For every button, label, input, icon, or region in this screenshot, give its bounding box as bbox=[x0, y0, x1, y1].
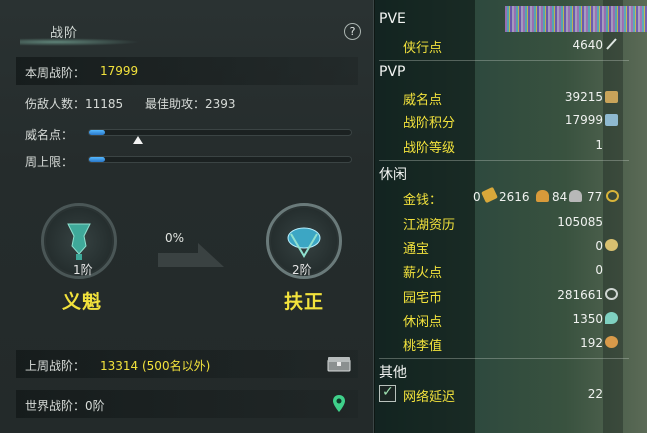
progress-arrow-icon bbox=[158, 243, 224, 267]
weekly-rank-value: 17999 bbox=[100, 64, 139, 78]
weekly-rank-label: 本周战阶： bbox=[25, 66, 86, 80]
title-decoration bbox=[20, 38, 140, 46]
background-tree bbox=[603, 0, 623, 433]
pvp-item-value: 39215 bbox=[564, 90, 603, 104]
pvp-item-label: 威名点 bbox=[403, 93, 443, 108]
money-silver: 2616 bbox=[499, 190, 530, 204]
leisure-item-label: 江湖资历 bbox=[403, 218, 456, 233]
pvp-header: PVP bbox=[379, 64, 406, 80]
section-divider bbox=[379, 160, 629, 161]
money-label: 金钱： bbox=[403, 193, 443, 208]
world-rank-label: 世界战阶：0阶 bbox=[25, 399, 105, 413]
next-rank-name: 扶正 bbox=[284, 291, 325, 313]
other-header: 其他 bbox=[379, 365, 407, 381]
pvp-item-label: 战阶积分 bbox=[403, 116, 456, 131]
network-latency-value: 22 bbox=[587, 387, 603, 401]
weekly-cap-bar-fill bbox=[89, 157, 105, 162]
current-rank-name: 义魁 bbox=[62, 291, 103, 313]
money-copper: 84 bbox=[552, 190, 568, 204]
leisure-item-value: 281661 bbox=[557, 288, 603, 302]
pve-header: PVE bbox=[379, 11, 406, 27]
leisure-item-label: 薪火点 bbox=[403, 266, 443, 281]
leisure-item-label: 休闲点 bbox=[403, 315, 443, 330]
panel-title: 战阶 bbox=[50, 26, 79, 41]
weekly-cap-bar bbox=[88, 156, 352, 163]
feather-icon bbox=[606, 38, 617, 50]
network-latency-checkbox[interactable]: ✓ bbox=[379, 384, 396, 402]
help-icon[interactable]: ? bbox=[344, 23, 361, 40]
pve-item-label: 侠行点 bbox=[403, 41, 443, 56]
check-icon: ✓ bbox=[382, 384, 394, 400]
house-coin-icon bbox=[605, 288, 618, 300]
defeated-count: 伤敌人数：11185 bbox=[25, 97, 124, 111]
network-latency-label: 网络延迟 bbox=[403, 390, 456, 405]
currency-panel: PVE 侠行点 4640 PVP 威名点 39215 战阶积分 17999 战阶… bbox=[375, 0, 647, 433]
copper-ingot-icon bbox=[569, 190, 582, 202]
prestige-bar bbox=[88, 129, 352, 136]
leisure-item-label: 园宅币 bbox=[403, 291, 443, 306]
section-divider bbox=[379, 60, 629, 61]
money-extra: 77 bbox=[587, 190, 603, 204]
last-week-value: 13314 (500名以外) bbox=[100, 359, 211, 373]
weekly-cap-label: 周上限： bbox=[25, 155, 74, 169]
current-rank-level: 1阶 bbox=[73, 263, 93, 277]
chest-icon[interactable] bbox=[327, 356, 351, 372]
prestige-bar-fill bbox=[89, 130, 105, 135]
map-pin-icon[interactable] bbox=[332, 394, 346, 414]
battle-rank-panel: 战阶 ? 本周战阶： 17999 伤敌人数：11185 最佳助攻：2393 威名… bbox=[0, 0, 374, 433]
leisure-header: 休闲 bbox=[379, 167, 407, 183]
leisure-item-label: 通宝 bbox=[403, 242, 430, 257]
leisure-item-value: 105085 bbox=[557, 215, 603, 229]
leisure-item-value: 192 bbox=[580, 336, 603, 350]
best-assist: 最佳助攻：2393 bbox=[145, 97, 236, 111]
leisure-item-value: 1350 bbox=[572, 312, 603, 326]
next-rank-level: 2阶 bbox=[292, 263, 312, 277]
leaf-icon bbox=[605, 312, 618, 324]
pve-item-value: 4640 bbox=[572, 38, 603, 52]
gold-ingot-icon bbox=[481, 186, 498, 204]
leisure-item-value: 0 bbox=[595, 239, 603, 253]
leisure-item-value: 0 bbox=[595, 263, 603, 277]
pvp-item-label: 战阶等级 bbox=[403, 141, 456, 156]
coin-icon bbox=[606, 190, 619, 202]
leisure-item-label: 桃李值 bbox=[403, 339, 443, 354]
silver-ingot-icon bbox=[536, 190, 549, 202]
prestige-label: 威名点： bbox=[25, 128, 74, 142]
pvp-item-value: 1 bbox=[595, 138, 603, 152]
prestige-marker bbox=[133, 136, 144, 144]
background-noise bbox=[505, 6, 647, 32]
peach-icon bbox=[605, 336, 618, 348]
last-week-label: 上周战阶： bbox=[25, 359, 86, 373]
section-divider bbox=[379, 358, 629, 359]
token-icon bbox=[605, 239, 618, 251]
prestige-icon bbox=[605, 91, 618, 103]
money-gold: 0 bbox=[473, 190, 481, 204]
pvp-item-value: 17999 bbox=[564, 113, 603, 127]
rank-score-icon bbox=[605, 114, 618, 126]
